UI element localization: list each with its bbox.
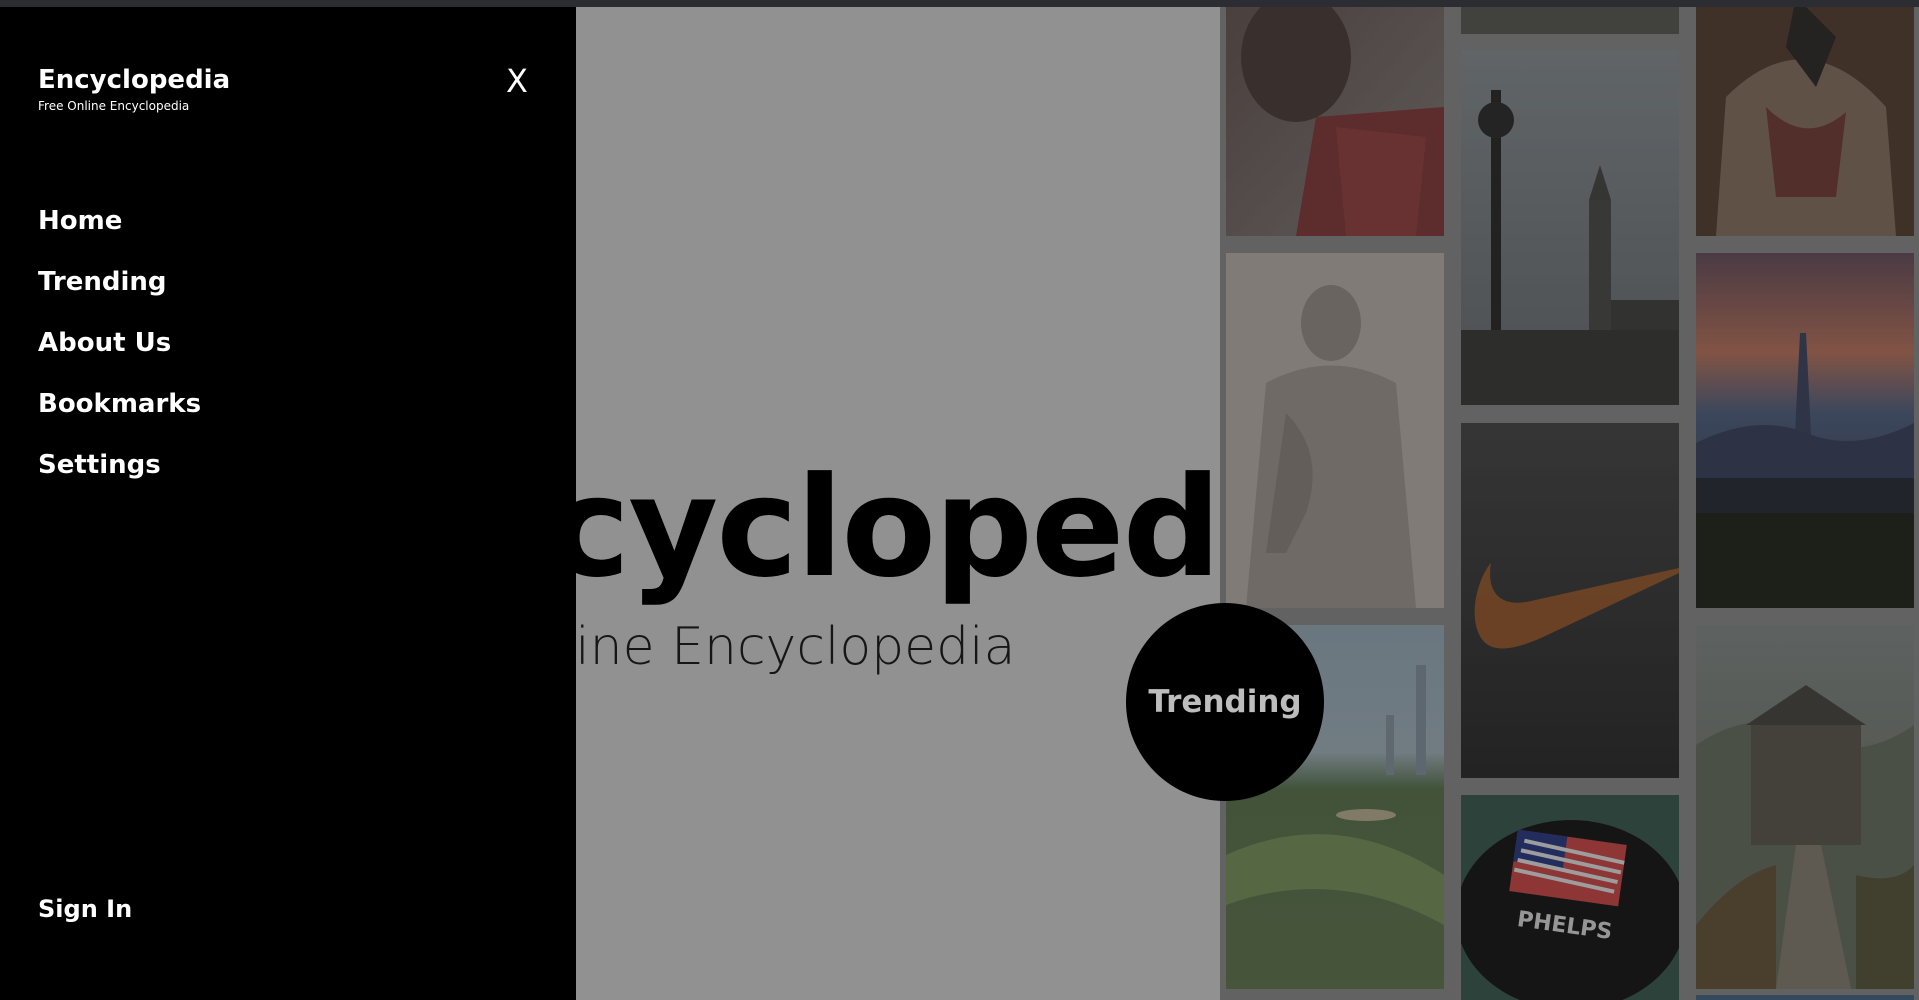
- athlete-image[interactable]: [1226, 7, 1444, 236]
- nike-logo-image[interactable]: [1461, 423, 1679, 778]
- trending-button[interactable]: Trending: [1126, 603, 1324, 801]
- nav-item-about-us[interactable]: About Us: [38, 325, 201, 386]
- nav-item-trending[interactable]: Trending: [38, 264, 201, 325]
- phelps-swim-cap-image[interactable]: PHELPS: [1461, 795, 1679, 1000]
- side-drawer: Encyclopedia Free Online Encyclopedia X …: [0, 7, 576, 1000]
- painting-image[interactable]: [1696, 7, 1914, 236]
- nav-item-bookmarks[interactable]: Bookmarks: [38, 386, 201, 447]
- nav-item-settings[interactable]: Settings: [38, 447, 201, 508]
- london-big-ben-image[interactable]: [1461, 50, 1679, 405]
- nav-item-home[interactable]: Home: [38, 203, 201, 264]
- brand-subtitle: Free Online Encyclopedia: [38, 99, 190, 113]
- brand-title[interactable]: Encyclopedia: [38, 65, 230, 95]
- sign-in-link[interactable]: Sign In: [38, 895, 132, 923]
- city-skyline-image[interactable]: [1696, 253, 1914, 608]
- browser-top-bar: [0, 0, 1919, 7]
- top-strip-image[interactable]: [1461, 7, 1679, 34]
- bottom-strip-image[interactable]: [1696, 995, 1914, 1000]
- statue-image[interactable]: [1226, 253, 1444, 608]
- great-wall-image[interactable]: [1696, 625, 1914, 989]
- close-drawer-button[interactable]: X: [506, 65, 528, 97]
- drawer-nav: Home Trending About Us Bookmarks Setting…: [38, 203, 201, 508]
